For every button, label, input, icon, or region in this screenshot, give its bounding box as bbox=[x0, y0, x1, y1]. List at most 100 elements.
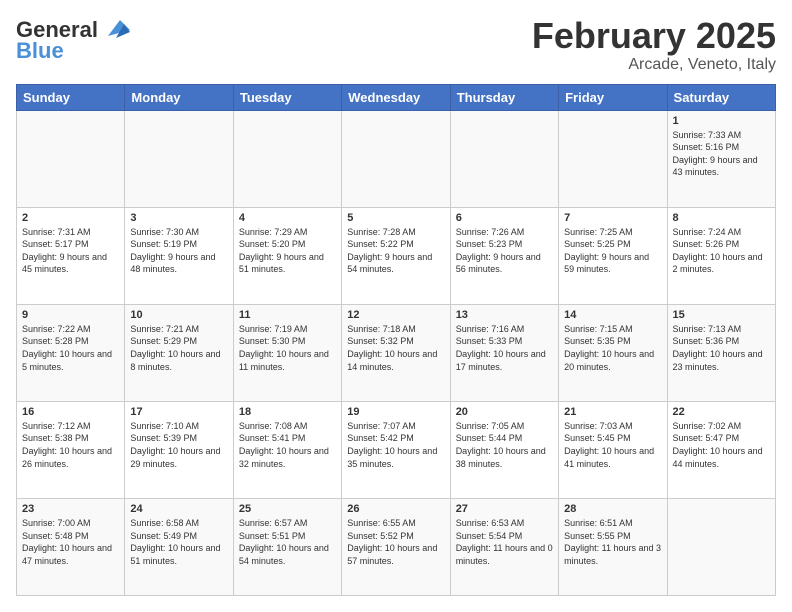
day-info: Sunrise: 7:25 AM Sunset: 5:25 PM Dayligh… bbox=[564, 226, 661, 276]
day-number: 6 bbox=[456, 212, 553, 224]
calendar-cell: 12Sunrise: 7:18 AM Sunset: 5:32 PM Dayli… bbox=[342, 304, 450, 401]
day-info: Sunrise: 7:28 AM Sunset: 5:22 PM Dayligh… bbox=[347, 226, 444, 276]
calendar-title: February 2025 bbox=[532, 16, 776, 56]
calendar-cell bbox=[450, 110, 558, 207]
col-header-tuesday: Tuesday bbox=[233, 84, 341, 110]
day-number: 5 bbox=[347, 212, 444, 224]
day-info: Sunrise: 7:03 AM Sunset: 5:45 PM Dayligh… bbox=[564, 420, 661, 470]
day-info: Sunrise: 7:24 AM Sunset: 5:26 PM Dayligh… bbox=[673, 226, 770, 276]
day-info: Sunrise: 7:33 AM Sunset: 5:16 PM Dayligh… bbox=[673, 129, 770, 179]
calendar-week-3: 16Sunrise: 7:12 AM Sunset: 5:38 PM Dayli… bbox=[17, 401, 776, 498]
calendar-week-2: 9 Sunrise: 7:22 AM Sunset: 5:28 PM Daylig… bbox=[17, 304, 776, 401]
day-info: Sunrise: 7:18 AM Sunset: 5:32 PM Dayligh… bbox=[347, 323, 444, 373]
calendar-cell bbox=[125, 110, 233, 207]
title-block: February 2025 Arcade, Veneto, Italy bbox=[532, 16, 776, 74]
day-info: Sunrise: 7:31 AM Sunset: 5:17 PM Dayligh… bbox=[22, 226, 119, 276]
calendar-cell: 7Sunrise: 7:25 AM Sunset: 5:25 PM Daylig… bbox=[559, 207, 667, 304]
day-info: Sunrise: 7:13 AM Sunset: 5:36 PM Dayligh… bbox=[673, 323, 770, 373]
calendar-cell: 9 Sunrise: 7:22 AM Sunset: 5:28 PM Daylig… bbox=[17, 304, 125, 401]
day-info: Sunrise: 7:00 AM Sunset: 5:48 PM Dayligh… bbox=[22, 517, 119, 567]
calendar-cell: 15 Sunrise: 7:13 AM Sunset: 5:36 PM Dayli… bbox=[667, 304, 775, 401]
day-info: Sunrise: 7:16 AM Sunset: 5:33 PM Dayligh… bbox=[456, 323, 553, 373]
day-info: Sunrise: 6:51 AM Sunset: 5:55 PM Dayligh… bbox=[564, 517, 661, 567]
col-header-friday: Friday bbox=[559, 84, 667, 110]
calendar-cell: 25 Sunrise: 6:57 AM Sunset: 5:51 PM Dayli… bbox=[233, 498, 341, 595]
calendar-cell: 22 Sunrise: 7:02 AM Sunset: 5:47 PM Dayli… bbox=[667, 401, 775, 498]
day-number: 21 bbox=[564, 406, 661, 418]
col-header-wednesday: Wednesday bbox=[342, 84, 450, 110]
day-number: 15 bbox=[673, 309, 770, 321]
day-info: Sunrise: 6:55 AM Sunset: 5:52 PM Dayligh… bbox=[347, 517, 444, 567]
calendar-cell: 26 Sunrise: 6:55 AM Sunset: 5:52 PM Dayli… bbox=[342, 498, 450, 595]
calendar-cell: 11Sunrise: 7:19 AM Sunset: 5:30 PM Dayli… bbox=[233, 304, 341, 401]
calendar-cell bbox=[233, 110, 341, 207]
calendar-cell: 20Sunrise: 7:05 AM Sunset: 5:44 PM Dayli… bbox=[450, 401, 558, 498]
calendar-cell bbox=[342, 110, 450, 207]
day-number: 2 bbox=[22, 212, 119, 224]
calendar-cell: 16Sunrise: 7:12 AM Sunset: 5:38 PM Dayli… bbox=[17, 401, 125, 498]
day-number: 22 bbox=[673, 406, 770, 418]
day-number: 3 bbox=[130, 212, 227, 224]
calendar-cell: 21 Sunrise: 7:03 AM Sunset: 5:45 PM Dayli… bbox=[559, 401, 667, 498]
day-info: Sunrise: 7:29 AM Sunset: 5:20 PM Dayligh… bbox=[239, 226, 336, 276]
calendar-week-1: 2 Sunrise: 7:31 AM Sunset: 5:17 PM Daylig… bbox=[17, 207, 776, 304]
calendar-cell: 2 Sunrise: 7:31 AM Sunset: 5:17 PM Daylig… bbox=[17, 207, 125, 304]
calendar-cell: 18 Sunrise: 7:08 AM Sunset: 5:41 PM Dayli… bbox=[233, 401, 341, 498]
day-number: 19 bbox=[347, 406, 444, 418]
calendar-cell: 10 Sunrise: 7:21 AM Sunset: 5:29 PM Dayli… bbox=[125, 304, 233, 401]
day-info: Sunrise: 7:08 AM Sunset: 5:41 PM Dayligh… bbox=[239, 420, 336, 470]
day-info: Sunrise: 7:10 AM Sunset: 5:39 PM Dayligh… bbox=[130, 420, 227, 470]
day-number: 14 bbox=[564, 309, 661, 321]
day-number: 16 bbox=[22, 406, 119, 418]
calendar-week-4: 23 Sunrise: 7:00 AM Sunset: 5:48 PM Dayli… bbox=[17, 498, 776, 595]
day-number: 1 bbox=[673, 115, 770, 127]
day-number: 8 bbox=[673, 212, 770, 224]
day-info: Sunrise: 7:07 AM Sunset: 5:42 PM Dayligh… bbox=[347, 420, 444, 470]
header: General Blue February 2025 Arcade, Venet… bbox=[16, 16, 776, 74]
day-info: Sunrise: 7:19 AM Sunset: 5:30 PM Dayligh… bbox=[239, 323, 336, 373]
calendar-cell: 5 Sunrise: 7:28 AM Sunset: 5:22 PM Daylig… bbox=[342, 207, 450, 304]
day-info: Sunrise: 7:02 AM Sunset: 5:47 PM Dayligh… bbox=[673, 420, 770, 470]
calendar-header-row: SundayMondayTuesdayWednesdayThursdayFrid… bbox=[17, 84, 776, 110]
day-number: 9 bbox=[22, 309, 119, 321]
logo-blue-text: Blue bbox=[16, 40, 64, 62]
day-number: 25 bbox=[239, 503, 336, 515]
calendar-cell bbox=[559, 110, 667, 207]
col-header-sunday: Sunday bbox=[17, 84, 125, 110]
day-number: 27 bbox=[456, 503, 553, 515]
calendar-subtitle: Arcade, Veneto, Italy bbox=[532, 56, 776, 74]
day-number: 24 bbox=[130, 503, 227, 515]
calendar-cell: 14Sunrise: 7:15 AM Sunset: 5:35 PM Dayli… bbox=[559, 304, 667, 401]
day-number: 13 bbox=[456, 309, 553, 321]
calendar-cell: 8 Sunrise: 7:24 AM Sunset: 5:26 PM Daylig… bbox=[667, 207, 775, 304]
calendar-cell: 1 Sunrise: 7:33 AM Sunset: 5:16 PM Daylig… bbox=[667, 110, 775, 207]
day-number: 17 bbox=[130, 406, 227, 418]
col-header-saturday: Saturday bbox=[667, 84, 775, 110]
day-info: Sunrise: 7:22 AM Sunset: 5:28 PM Dayligh… bbox=[22, 323, 119, 373]
page: General Blue February 2025 Arcade, Venet… bbox=[0, 0, 792, 612]
day-number: 18 bbox=[239, 406, 336, 418]
day-info: Sunrise: 6:53 AM Sunset: 5:54 PM Dayligh… bbox=[456, 517, 553, 567]
day-number: 4 bbox=[239, 212, 336, 224]
calendar-cell: 6 Sunrise: 7:26 AM Sunset: 5:23 PM Daylig… bbox=[450, 207, 558, 304]
calendar-cell: 4 Sunrise: 7:29 AM Sunset: 5:20 PM Daylig… bbox=[233, 207, 341, 304]
day-info: Sunrise: 7:26 AM Sunset: 5:23 PM Dayligh… bbox=[456, 226, 553, 276]
calendar-cell: 24Sunrise: 6:58 AM Sunset: 5:49 PM Dayli… bbox=[125, 498, 233, 595]
calendar-cell: 27 Sunrise: 6:53 AM Sunset: 5:54 PM Dayli… bbox=[450, 498, 558, 595]
logo-icon bbox=[100, 16, 132, 44]
day-number: 20 bbox=[456, 406, 553, 418]
calendar-cell: 23 Sunrise: 7:00 AM Sunset: 5:48 PM Dayli… bbox=[17, 498, 125, 595]
day-number: 28 bbox=[564, 503, 661, 515]
calendar-cell: 28 Sunrise: 6:51 AM Sunset: 5:55 PM Dayli… bbox=[559, 498, 667, 595]
day-number: 23 bbox=[22, 503, 119, 515]
day-info: Sunrise: 7:30 AM Sunset: 5:19 PM Dayligh… bbox=[130, 226, 227, 276]
day-number: 10 bbox=[130, 309, 227, 321]
day-info: Sunrise: 7:21 AM Sunset: 5:29 PM Dayligh… bbox=[130, 323, 227, 373]
day-info: Sunrise: 6:57 AM Sunset: 5:51 PM Dayligh… bbox=[239, 517, 336, 567]
col-header-monday: Monday bbox=[125, 84, 233, 110]
calendar-cell bbox=[667, 498, 775, 595]
calendar-cell: 3 Sunrise: 7:30 AM Sunset: 5:19 PM Daylig… bbox=[125, 207, 233, 304]
day-number: 26 bbox=[347, 503, 444, 515]
col-header-thursday: Thursday bbox=[450, 84, 558, 110]
calendar-week-0: 1 Sunrise: 7:33 AM Sunset: 5:16 PM Daylig… bbox=[17, 110, 776, 207]
